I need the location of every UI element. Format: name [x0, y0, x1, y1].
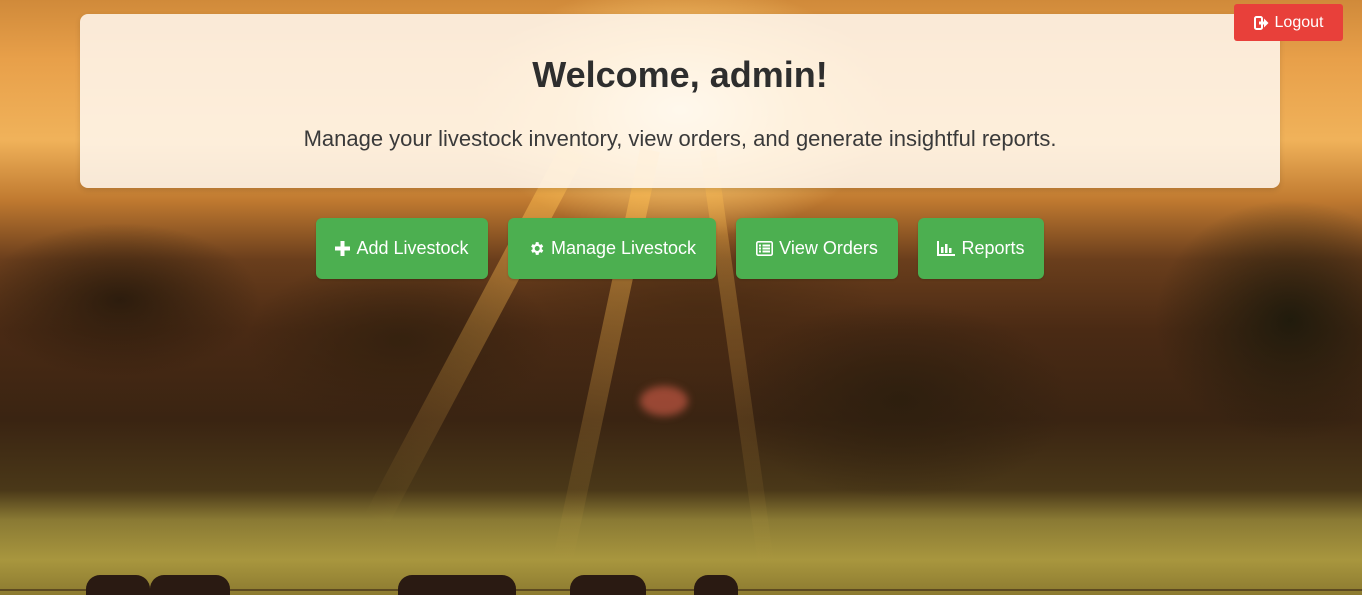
background-farm-sunset: Welcome, admin! Manage your livestock in…	[0, 0, 1362, 595]
view-orders-label: View Orders	[779, 238, 878, 258]
action-bar: Add Livestock Manage Livestock View Orde…	[316, 218, 1044, 279]
manage-livestock-button[interactable]: Manage Livestock	[508, 218, 716, 279]
page-title: Welcome, admin!	[532, 54, 828, 95]
list-icon	[756, 241, 774, 256]
logout-label: Logout	[1274, 13, 1324, 31]
reports-button[interactable]: Reports	[918, 218, 1044, 279]
add-livestock-button[interactable]: Add Livestock	[316, 218, 488, 279]
cow	[398, 575, 516, 595]
plus-icon	[335, 241, 351, 256]
view-orders-button[interactable]: View Orders	[736, 218, 898, 279]
bar-chart-icon	[937, 241, 956, 256]
manage-livestock-label: Manage Livestock	[550, 238, 697, 258]
sign-out-icon	[1253, 15, 1269, 30]
cow	[86, 575, 150, 595]
logout-button[interactable]: Logout	[1234, 4, 1343, 41]
page-subtitle: Manage your livestock inventory, view or…	[303, 126, 1057, 151]
reports-label: Reports	[961, 238, 1025, 258]
welcome-card: Welcome, admin! Manage your livestock in…	[80, 14, 1280, 188]
add-livestock-label: Add Livestock	[356, 238, 469, 258]
cow	[694, 575, 738, 595]
cow	[570, 575, 646, 595]
gear-icon	[528, 240, 545, 257]
lens-flare	[640, 386, 688, 416]
cow	[150, 575, 230, 595]
